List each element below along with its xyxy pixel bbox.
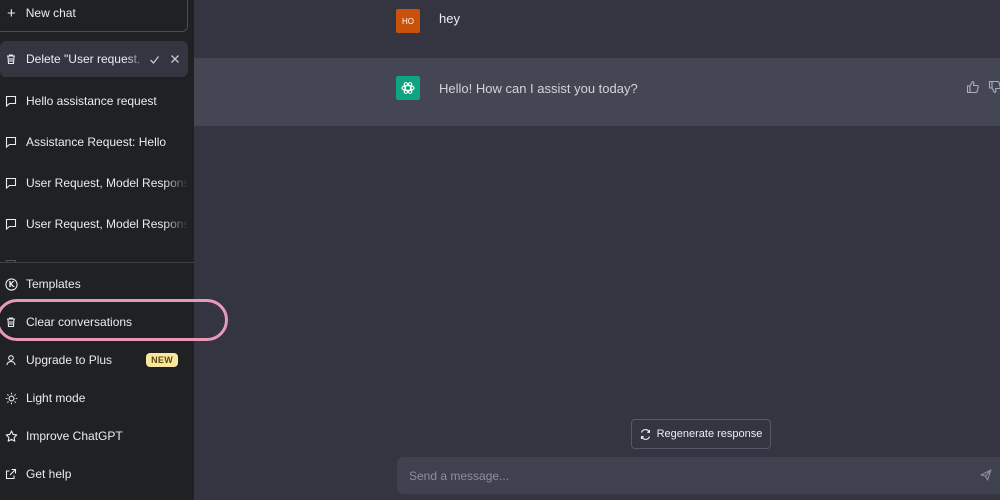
close-icon[interactable] — [170, 54, 180, 65]
sun-icon — [4, 391, 18, 405]
conversation-label: Hello assistance request — [26, 94, 157, 108]
k-circle-icon: K — [4, 277, 18, 291]
sidebar-divider — [0, 262, 194, 263]
assistant-message-text: Hello! How can I assist you today? — [439, 81, 638, 96]
clear-conversations-label: Clear conversations — [26, 315, 133, 329]
user-avatar: HO — [396, 9, 420, 33]
external-link-icon — [4, 467, 18, 481]
improve-chatgpt-button[interactable]: Improve ChatGPT — [0, 419, 194, 453]
user-message-text: hey — [439, 11, 460, 26]
user-message-row — [194, 0, 1000, 58]
chat-bubble-icon — [4, 217, 18, 231]
trash-icon — [4, 52, 18, 66]
chat-bubble-icon — [4, 135, 18, 149]
sidebar: + New chat Delete "User request, m Hello… — [0, 0, 194, 500]
check-icon[interactable] — [149, 54, 160, 65]
templates-label: Templates — [26, 277, 81, 291]
conversation-label: User Request, Model Respons — [26, 176, 188, 190]
chat-bubble-icon — [4, 94, 18, 108]
get-help-button[interactable]: Get help — [0, 457, 194, 491]
upgrade-label: Upgrade to Plus — [26, 353, 113, 367]
thumbs-down-icon[interactable] — [988, 80, 1000, 94]
regenerate-response-button[interactable]: Regenerate response — [631, 419, 771, 449]
send-icon[interactable] — [980, 469, 992, 481]
conversation-label: User Request, Model Respons — [26, 217, 188, 231]
conversation-item[interactable]: User Request, Model Respons — [0, 206, 188, 242]
conversation-label: Delete "User request, m — [26, 52, 145, 66]
plus-icon: + — [7, 4, 16, 22]
improve-label: Improve ChatGPT — [26, 429, 123, 443]
user-icon — [4, 353, 18, 367]
trash-icon — [4, 315, 18, 329]
refresh-icon — [640, 428, 651, 440]
message-input-box[interactable] — [397, 457, 1000, 494]
chat-bubble-icon — [4, 176, 18, 190]
light-mode-label: Light mode — [26, 391, 86, 405]
thumbs-up-icon[interactable] — [966, 80, 980, 94]
conversation-label: Assistance Request: Hello — [26, 135, 167, 149]
templates-button[interactable]: K Templates — [0, 267, 194, 301]
conversation-item[interactable]: Assistance Request: Hello — [0, 124, 188, 160]
clear-conversations-button[interactable]: Clear conversations — [0, 305, 194, 339]
light-mode-button[interactable]: Light mode — [0, 381, 194, 415]
upgrade-to-plus-button[interactable]: Upgrade to Plus NEW — [0, 343, 194, 377]
regenerate-label: Regenerate response — [656, 428, 763, 440]
star-icon — [4, 429, 18, 443]
get-help-label: Get help — [26, 467, 72, 481]
svg-text:K: K — [8, 280, 15, 289]
new-chat-button[interactable]: + New chat — [0, 0, 188, 32]
conversation-item-delete-confirm[interactable]: Delete "User request, m — [0, 41, 188, 77]
conversation-list: Delete "User request, m Hello assistance… — [0, 40, 194, 262]
new-badge: NEW — [146, 353, 178, 367]
chatgpt-logo-icon — [396, 76, 420, 100]
message-input[interactable] — [409, 468, 969, 483]
new-chat-label: New chat — [25, 6, 76, 20]
conversation-item[interactable]: User Request, Model Respons — [0, 165, 188, 201]
conversation-item[interactable]: Hello assistance request — [0, 83, 188, 119]
conversation-item-partial[interactable] — [0, 247, 188, 262]
